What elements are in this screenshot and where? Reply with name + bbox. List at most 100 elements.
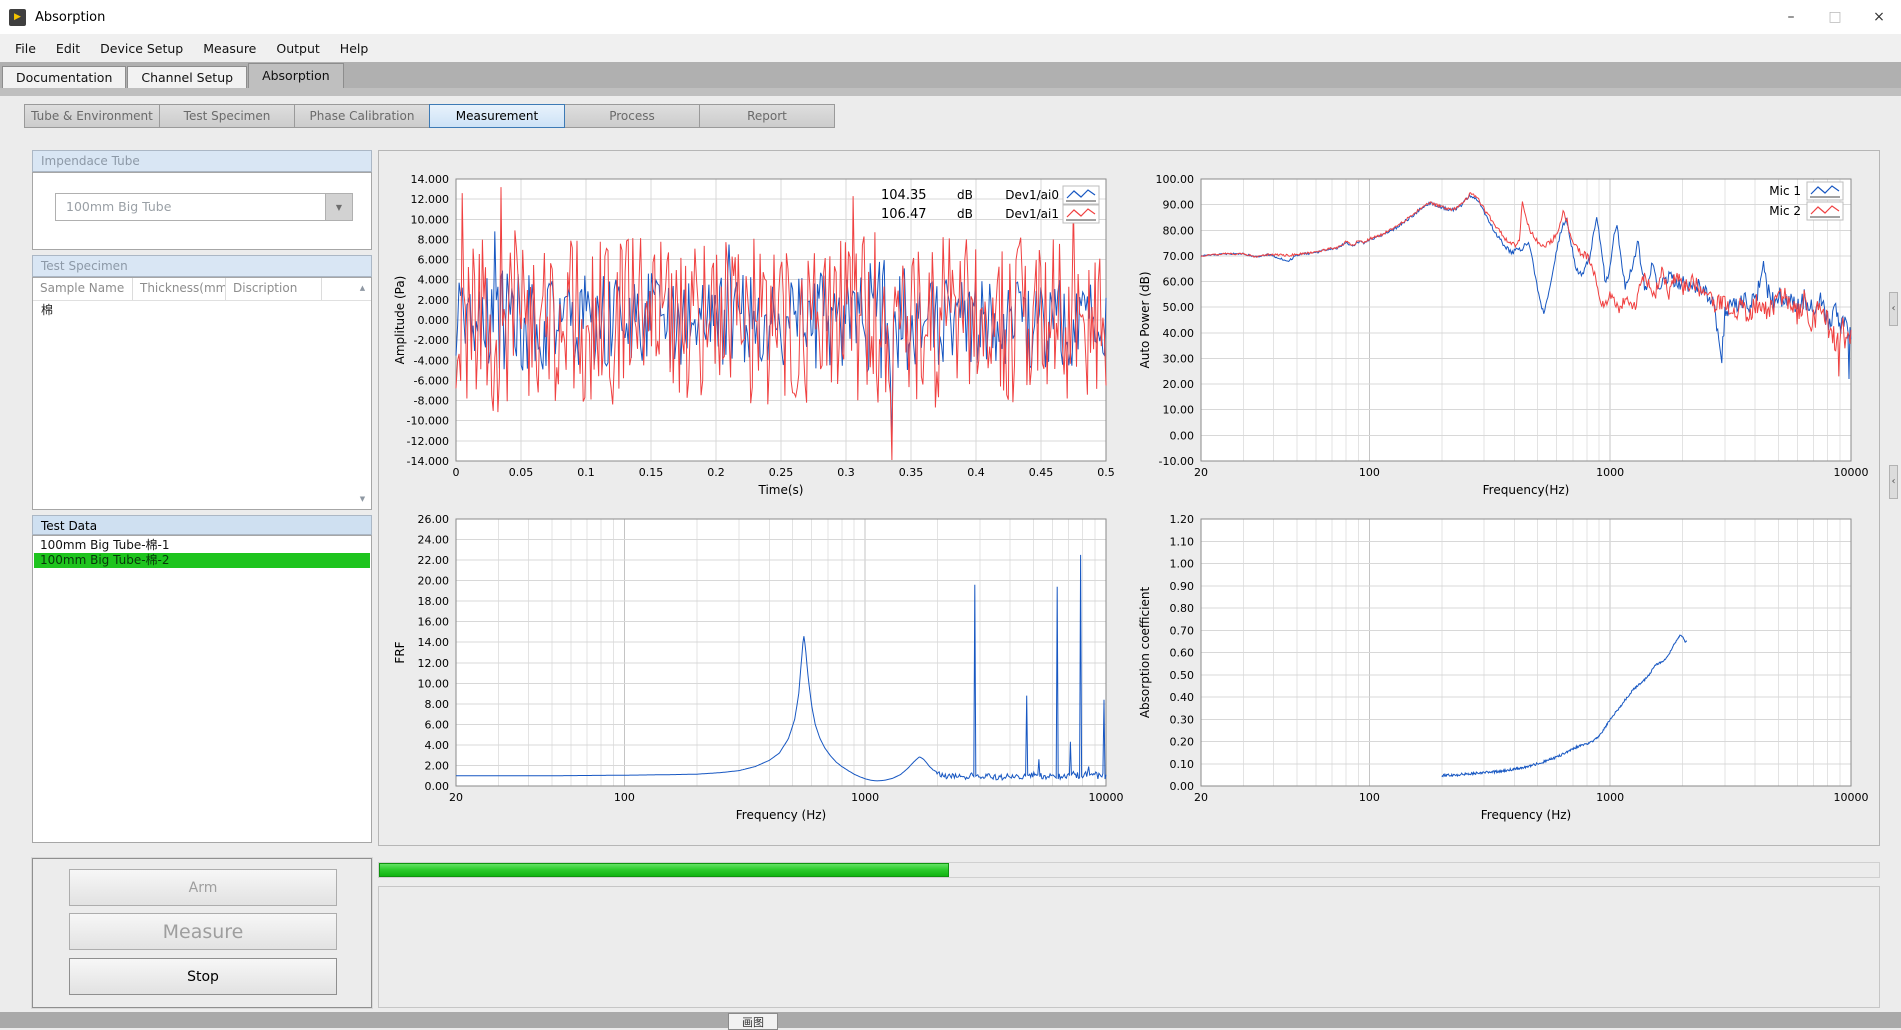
column-discription[interactable]: Discription [226, 278, 322, 300]
table-row[interactable]: 棉 [33, 301, 371, 320]
svg-text:10000: 10000 [1834, 791, 1869, 804]
menu-item-help[interactable]: Help [330, 38, 379, 59]
legend-label: Dev1/ai1 [1005, 207, 1059, 221]
svg-text:-2.000: -2.000 [414, 334, 449, 347]
subtab-report[interactable]: Report [699, 104, 835, 128]
svg-text:4.000: 4.000 [418, 274, 450, 287]
menu-item-output[interactable]: Output [266, 38, 329, 59]
test-specimen-table[interactable]: Sample Name Thickness(mm) Discription 棉 … [32, 277, 372, 510]
list-item-selected[interactable]: 100mm Big Tube-棉-2 [34, 553, 370, 568]
progress-fill [379, 863, 949, 877]
subtab-tube-environment[interactable]: Tube & Environment [24, 104, 160, 128]
bottom-strip [0, 1012, 1901, 1028]
x-axis-label: Time(s) [758, 483, 804, 497]
column-sample-name[interactable]: Sample Name [33, 278, 133, 300]
svg-text:0.05: 0.05 [509, 466, 534, 479]
stop-button[interactable]: Stop [69, 958, 337, 995]
measure-button[interactable]: Measure [69, 913, 337, 950]
test-data-list[interactable]: 100mm Big Tube-棉-1 100mm Big Tube-棉-2 [32, 535, 372, 843]
svg-text:0.30: 0.30 [1170, 713, 1195, 726]
maximize-button[interactable]: □ [1813, 0, 1857, 34]
svg-text:8.000: 8.000 [418, 233, 450, 246]
minimize-button[interactable]: – [1769, 0, 1813, 34]
subtab-process[interactable]: Process [564, 104, 700, 128]
impedance-tube-dropdown[interactable]: 100mm Big Tube ▼ [55, 193, 353, 221]
absorption-coefficient-chart[interactable]: 201001000100001.201.101.000.900.800.700.… [1138, 513, 1869, 822]
scroll-up-icon[interactable]: ▲ [355, 284, 370, 292]
arm-button[interactable]: Arm [69, 869, 337, 906]
svg-text:100: 100 [1359, 466, 1380, 479]
svg-text:0.20: 0.20 [1170, 736, 1195, 749]
svg-text:26.00: 26.00 [418, 513, 450, 526]
bottom-empty-panel [378, 886, 1880, 1008]
app-icon: ▶ [9, 9, 26, 26]
svg-text:100: 100 [1359, 791, 1380, 804]
chevron-left-icon: ‹ [1892, 303, 1896, 314]
svg-text:30.00: 30.00 [1163, 352, 1195, 365]
svg-text:20: 20 [1194, 791, 1208, 804]
svg-text:0.70: 0.70 [1170, 624, 1195, 637]
svg-text:0: 0 [453, 466, 460, 479]
list-item[interactable]: 100mm Big Tube-棉-1 [34, 538, 370, 553]
y-axis-label: Amplitude (Pa) [393, 276, 407, 365]
charts-canvas[interactable]: 00.050.10.150.20.250.30.350.40.450.514.0… [379, 151, 1879, 847]
svg-text:1000: 1000 [1596, 466, 1624, 479]
svg-text:1.10: 1.10 [1170, 535, 1195, 548]
subtab-phase-calibration[interactable]: Phase Calibration [294, 104, 430, 128]
svg-text:0.1: 0.1 [577, 466, 595, 479]
impedance-tube-box: 100mm Big Tube ▼ [32, 172, 372, 250]
svg-text:0.90: 0.90 [1170, 580, 1195, 593]
svg-text:0.80: 0.80 [1170, 602, 1195, 615]
svg-text:12.00: 12.00 [418, 657, 450, 670]
frf-chart[interactable]: 2010010001000026.0024.0022.0020.0018.001… [393, 513, 1124, 822]
tab-documentation[interactable]: Documentation [2, 66, 126, 88]
svg-text:8.00: 8.00 [425, 698, 450, 711]
svg-text:-8.000: -8.000 [414, 395, 449, 408]
dropdown-arrow-button[interactable]: ▼ [325, 194, 352, 220]
x-axis-label: Frequency(Hz) [1483, 483, 1570, 497]
svg-text:90.00: 90.00 [1163, 199, 1195, 212]
charts-panel: 00.050.10.150.20.250.30.350.40.450.514.0… [378, 150, 1880, 846]
y-axis-label: Absorption coefficient [1138, 587, 1152, 719]
svg-text:0.4: 0.4 [967, 466, 985, 479]
bottom-float-tab[interactable]: 画图 [728, 1013, 778, 1030]
impedance-tube-header: Impendace Tube [32, 150, 372, 172]
svg-text:0.50: 0.50 [1170, 669, 1195, 682]
auto-power-chart[interactable]: 20100100010000100.0090.0080.0070.0060.00… [1138, 173, 1869, 497]
titlebar: ▶ Absorption – □ × [0, 0, 1901, 34]
close-button[interactable]: × [1857, 0, 1901, 34]
splitter-collapse-handle-2[interactable]: ‹ [1889, 465, 1898, 499]
table-scrollbar[interactable]: ▲ ▼ [355, 279, 370, 508]
menu-item-measure[interactable]: Measure [193, 38, 266, 59]
action-button-panel: Arm Measure Stop [32, 858, 372, 1008]
svg-text:10.00: 10.00 [1163, 404, 1195, 417]
svg-text:0.3: 0.3 [837, 466, 855, 479]
subtab-measurement[interactable]: Measurement [429, 104, 565, 128]
svg-text:0.15: 0.15 [639, 466, 664, 479]
svg-text:20: 20 [1194, 466, 1208, 479]
splitter-collapse-handle[interactable]: ‹ [1889, 292, 1898, 326]
legend-label: Dev1/ai0 [1005, 188, 1059, 202]
column-thickness[interactable]: Thickness(mm) [133, 278, 226, 300]
menu-item-device-setup[interactable]: Device Setup [90, 38, 193, 59]
svg-text:10.000: 10.000 [411, 213, 450, 226]
svg-text:10000: 10000 [1089, 791, 1124, 804]
svg-text:-10.000: -10.000 [407, 415, 449, 428]
subtab-bar: Tube & Environment Test Specimen Phase C… [25, 104, 835, 128]
svg-text:1.20: 1.20 [1170, 513, 1195, 526]
svg-text:20.00: 20.00 [418, 575, 450, 588]
legend-label: Mic 2 [1769, 204, 1801, 218]
time-waveform-chart[interactable]: 00.050.10.150.20.250.30.350.40.450.514.0… [393, 173, 1115, 497]
menu-item-file[interactable]: File [5, 38, 46, 59]
chevron-down-icon: ▼ [336, 203, 342, 212]
subtab-test-specimen[interactable]: Test Specimen [159, 104, 295, 128]
svg-text:80.00: 80.00 [1163, 224, 1195, 237]
scroll-down-icon[interactable]: ▼ [355, 495, 370, 503]
svg-text:12.000: 12.000 [411, 193, 450, 206]
svg-text:-6.000: -6.000 [414, 374, 449, 387]
menu-item-edit[interactable]: Edit [46, 38, 90, 59]
tab-page-band [0, 88, 1901, 96]
tab-absorption[interactable]: Absorption [248, 63, 344, 88]
svg-text:-12.000: -12.000 [407, 435, 449, 448]
tab-channel-setup[interactable]: Channel Setup [127, 66, 247, 88]
